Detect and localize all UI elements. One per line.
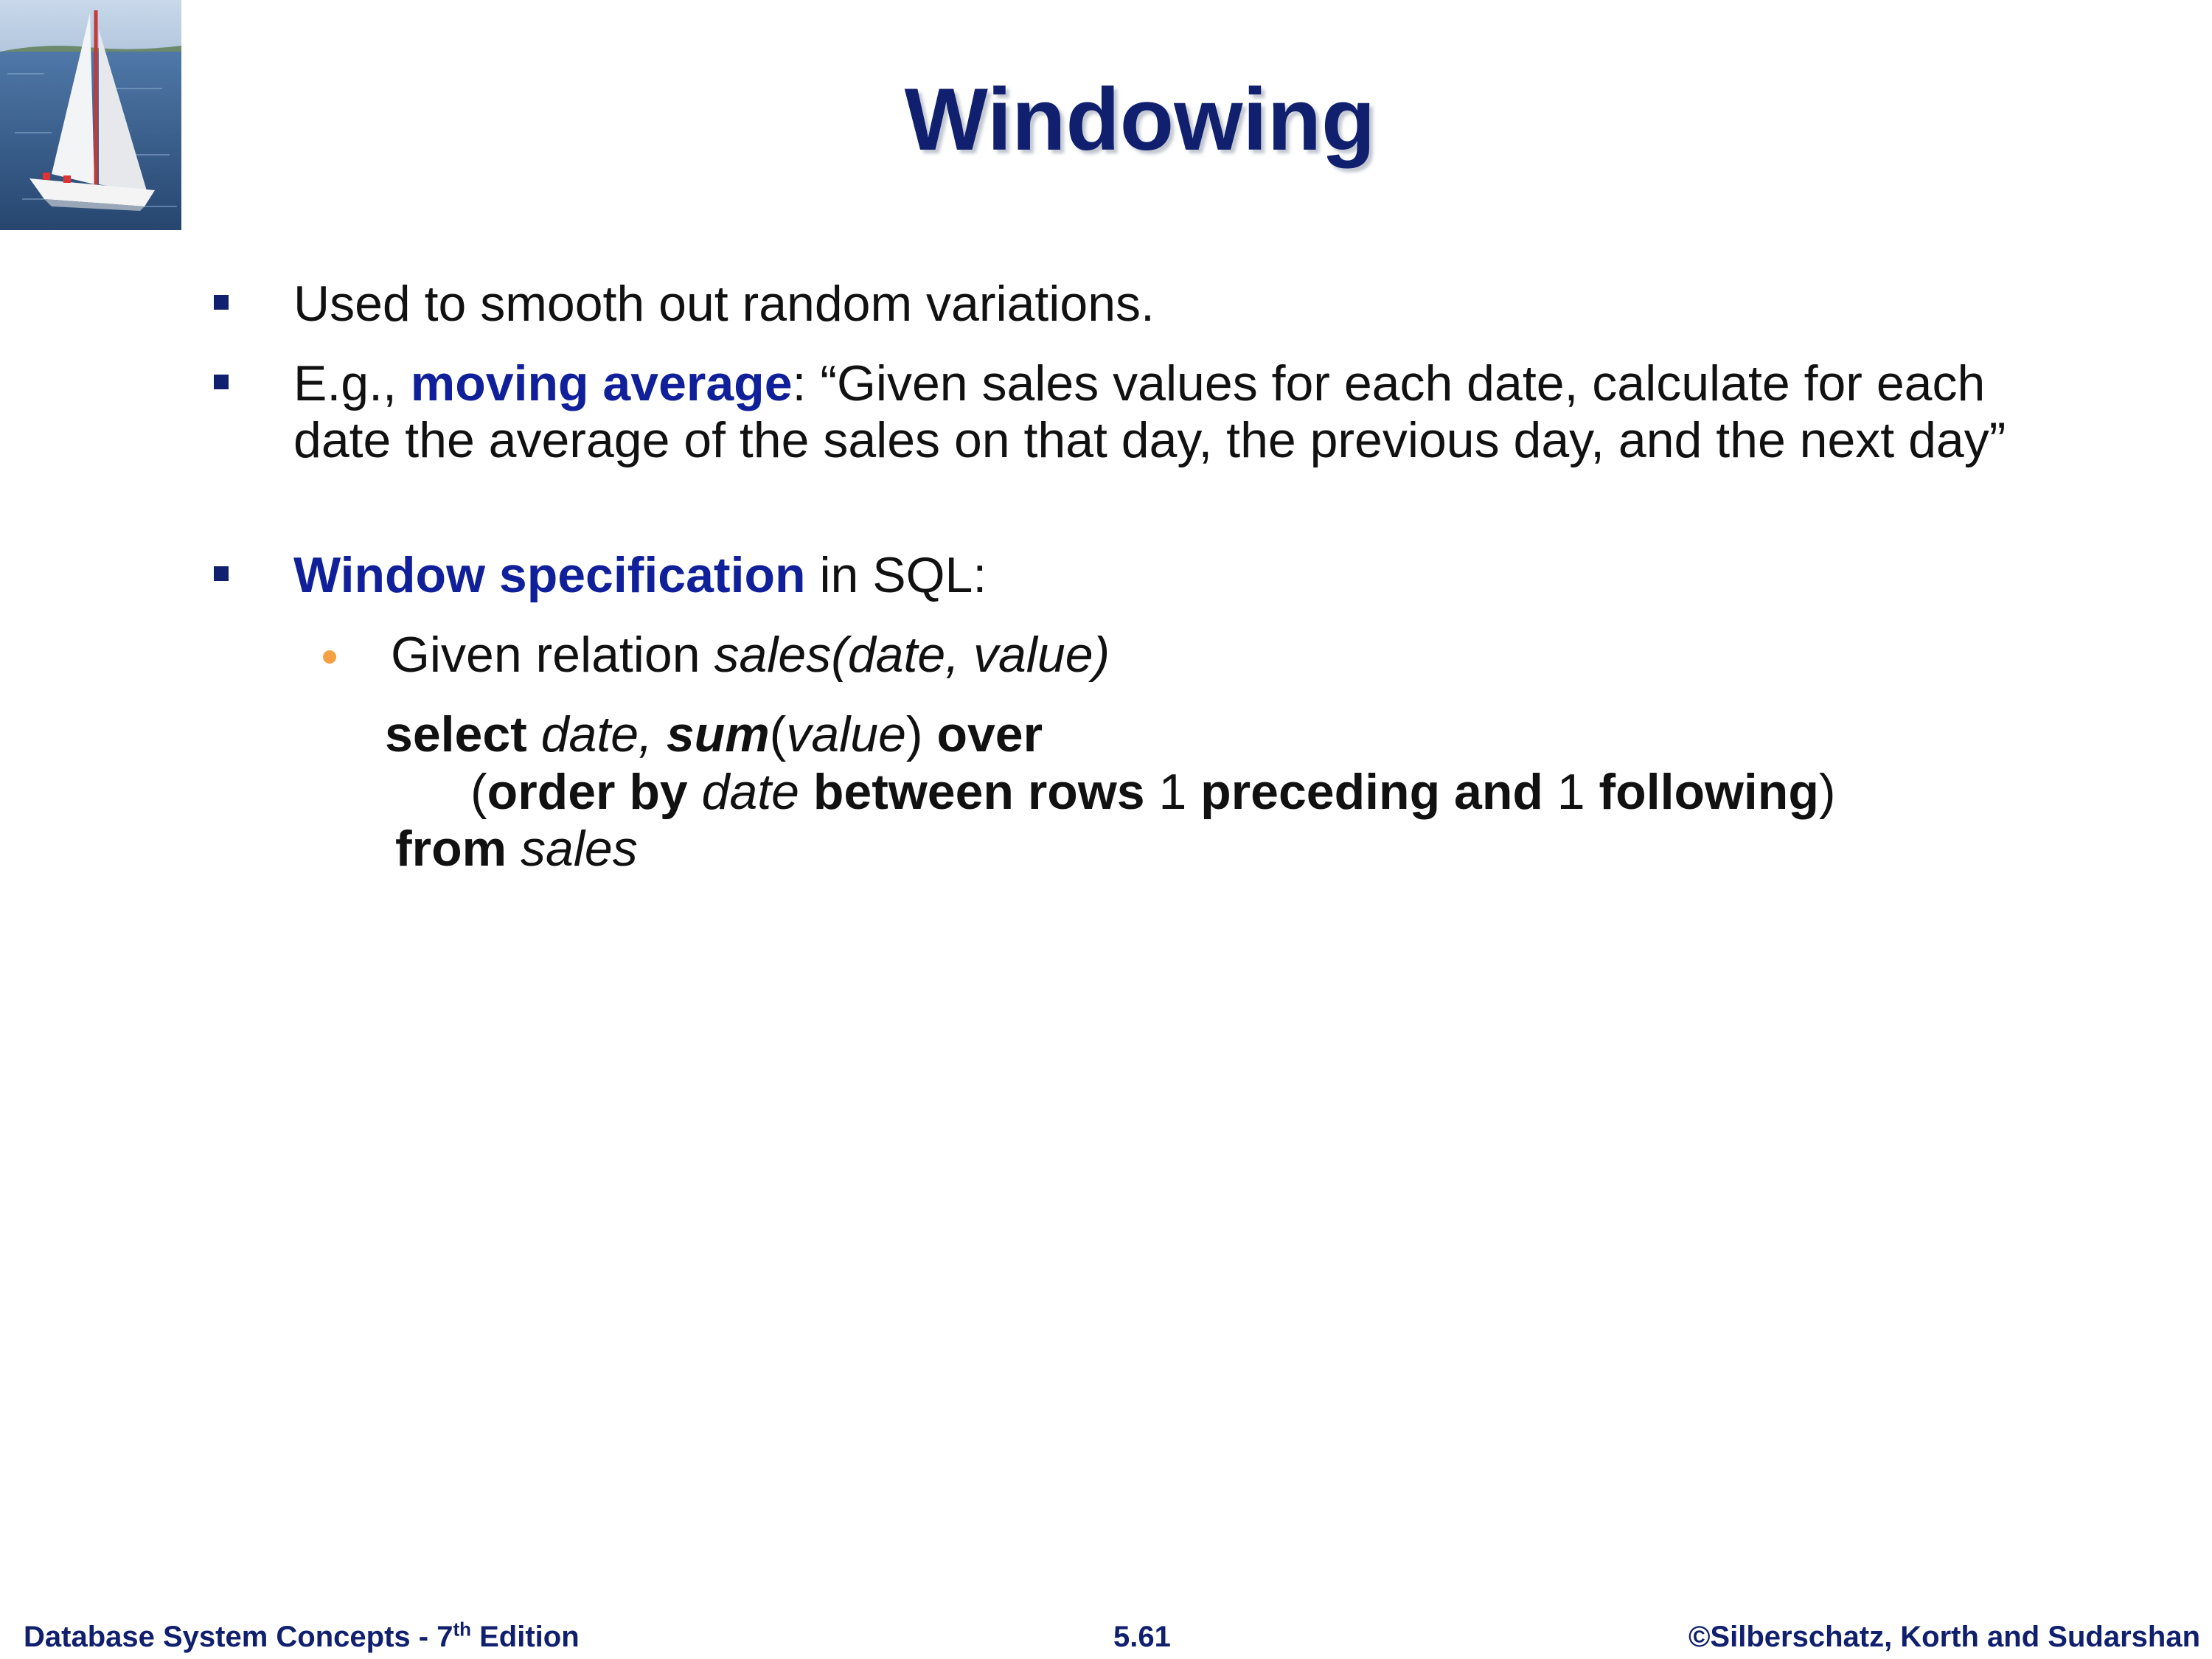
bullet-square-icon	[214, 566, 229, 581]
bullet-square-icon	[214, 295, 229, 310]
term-highlight: moving average	[410, 355, 793, 411]
bullet-square-icon	[214, 375, 229, 389]
sql-line-2: (order by date between rows 1 preceding …	[470, 764, 1836, 820]
sub-bullet-text: Given relation sales(date, value)	[391, 627, 1110, 683]
footer-right: ©Silberschatz, Korth and Sudarshan	[1688, 1621, 2200, 1653]
sql-line-3: from sales	[395, 821, 638, 877]
bullet-text: Used to smooth out random variations.	[293, 276, 1155, 332]
footer-page-number: 5.61	[1113, 1621, 1171, 1653]
sub-bullet-dot-icon	[323, 650, 336, 664]
bullet-text: E.g., moving average: “Given sales value…	[293, 355, 2006, 468]
bullet-text: Window specification in SQL:	[293, 547, 987, 603]
term-highlight: Window specification	[293, 547, 806, 603]
slide-title: Windowing	[904, 70, 1376, 169]
sql-line-1: select date, sum(value) over	[385, 706, 1043, 762]
footer-left: Database System Concepts - 7th Edition	[24, 1618, 580, 1653]
